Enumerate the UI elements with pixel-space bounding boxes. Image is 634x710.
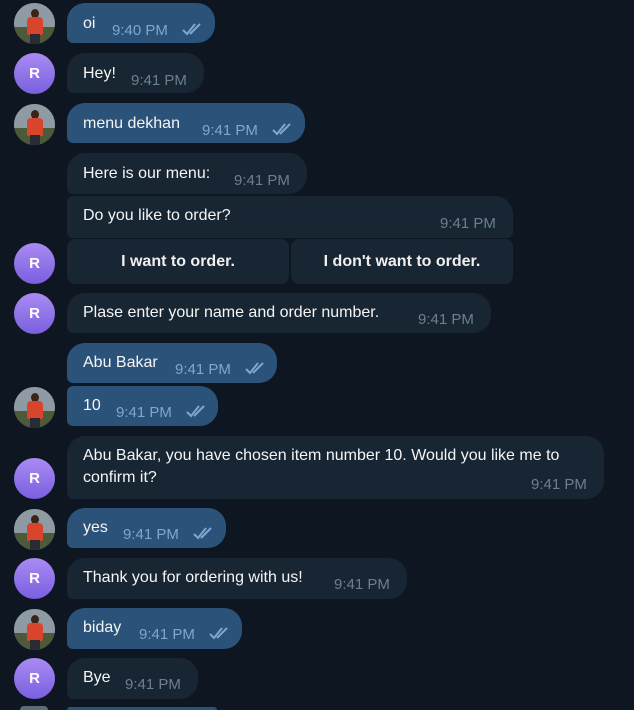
next-avatar-peek bbox=[20, 706, 48, 710]
user-avatar[interactable] bbox=[14, 387, 55, 428]
message-bubble-incoming[interactable]: Abu Bakar, you have chosen item number 1… bbox=[67, 436, 604, 499]
bot-avatar[interactable]: R bbox=[14, 658, 55, 699]
message-bubble-incoming[interactable]: Hey! 9:41 PM bbox=[67, 53, 204, 93]
message-text: oi bbox=[83, 15, 96, 32]
bot-avatar[interactable]: R bbox=[14, 458, 55, 499]
message-bubble-outgoing[interactable]: biday 9:41 PM bbox=[67, 608, 242, 649]
message-time: 9:41 PM bbox=[116, 404, 172, 421]
order-no-button[interactable]: I don't want to order. bbox=[291, 239, 513, 284]
message-text: Bye bbox=[83, 669, 111, 686]
message-bubble-incoming[interactable]: Bye 9:41 PM bbox=[67, 658, 198, 699]
double-check-icon bbox=[209, 627, 228, 640]
message-time: 9:41 PM bbox=[139, 626, 195, 643]
message-text: Here is our menu: bbox=[83, 165, 211, 182]
message-text: confirm it? bbox=[83, 469, 157, 486]
double-check-icon bbox=[245, 362, 264, 375]
message-bubble-outgoing[interactable]: 10 9:41 PM bbox=[67, 386, 218, 426]
bot-avatar[interactable]: R bbox=[14, 558, 55, 599]
message-bubble-incoming[interactable]: Here is our menu: 9:41 PM bbox=[67, 153, 307, 194]
message-time: 9:41 PM bbox=[125, 676, 181, 693]
user-avatar[interactable] bbox=[14, 104, 55, 145]
message-time: 9:41 PM bbox=[123, 526, 179, 543]
message-bubble-incoming[interactable]: Thank you for ordering with us! 9:41 PM bbox=[67, 558, 407, 599]
message-text: yes bbox=[83, 519, 108, 536]
double-check-icon bbox=[186, 405, 205, 418]
message-text: Thank you for ordering with us! bbox=[83, 569, 303, 586]
message-bubble-incoming[interactable]: Do you like to order? 9:41 PM bbox=[67, 196, 513, 238]
message-bubble-outgoing[interactable]: oi 9:40 PM bbox=[67, 3, 215, 43]
message-text: menu dekhan bbox=[83, 115, 180, 132]
bot-avatar[interactable]: R bbox=[14, 293, 55, 334]
message-text: biday bbox=[83, 619, 122, 636]
message-time: 9:41 PM bbox=[234, 172, 290, 189]
message-text: Plase enter your name and order number. bbox=[83, 304, 380, 321]
double-check-icon bbox=[193, 527, 212, 540]
bot-avatar[interactable]: R bbox=[14, 243, 55, 284]
message-text: Do you like to order? bbox=[83, 207, 231, 224]
message-time: 9:41 PM bbox=[418, 311, 474, 328]
message-time: 9:41 PM bbox=[131, 72, 187, 89]
order-yes-button[interactable]: I want to order. bbox=[67, 239, 289, 284]
message-bubble-outgoing[interactable]: menu dekhan 9:41 PM bbox=[67, 103, 305, 143]
double-check-icon bbox=[272, 123, 291, 136]
message-time: 9:41 PM bbox=[175, 361, 231, 378]
message-text: 10 bbox=[83, 397, 101, 414]
message-bubble-outgoing[interactable]: Abu Bakar 9:41 PM bbox=[67, 343, 277, 383]
user-avatar[interactable] bbox=[14, 3, 55, 44]
message-bubble-incoming[interactable]: Plase enter your name and order number. … bbox=[67, 293, 491, 333]
message-time: 9:40 PM bbox=[112, 22, 168, 39]
user-avatar[interactable] bbox=[14, 609, 55, 650]
message-text: Abu Bakar bbox=[83, 354, 158, 371]
message-bubble-outgoing[interactable]: yes 9:41 PM bbox=[67, 508, 226, 548]
message-text: Abu Bakar, you have chosen item number 1… bbox=[83, 447, 560, 464]
user-avatar[interactable] bbox=[14, 509, 55, 550]
message-time: 9:41 PM bbox=[440, 215, 496, 232]
message-text: Hey! bbox=[83, 65, 116, 82]
double-check-icon bbox=[182, 23, 201, 36]
message-time: 9:41 PM bbox=[202, 122, 258, 139]
bot-avatar[interactable]: R bbox=[14, 53, 55, 94]
message-time: 9:41 PM bbox=[531, 476, 587, 493]
message-time: 9:41 PM bbox=[334, 576, 390, 593]
